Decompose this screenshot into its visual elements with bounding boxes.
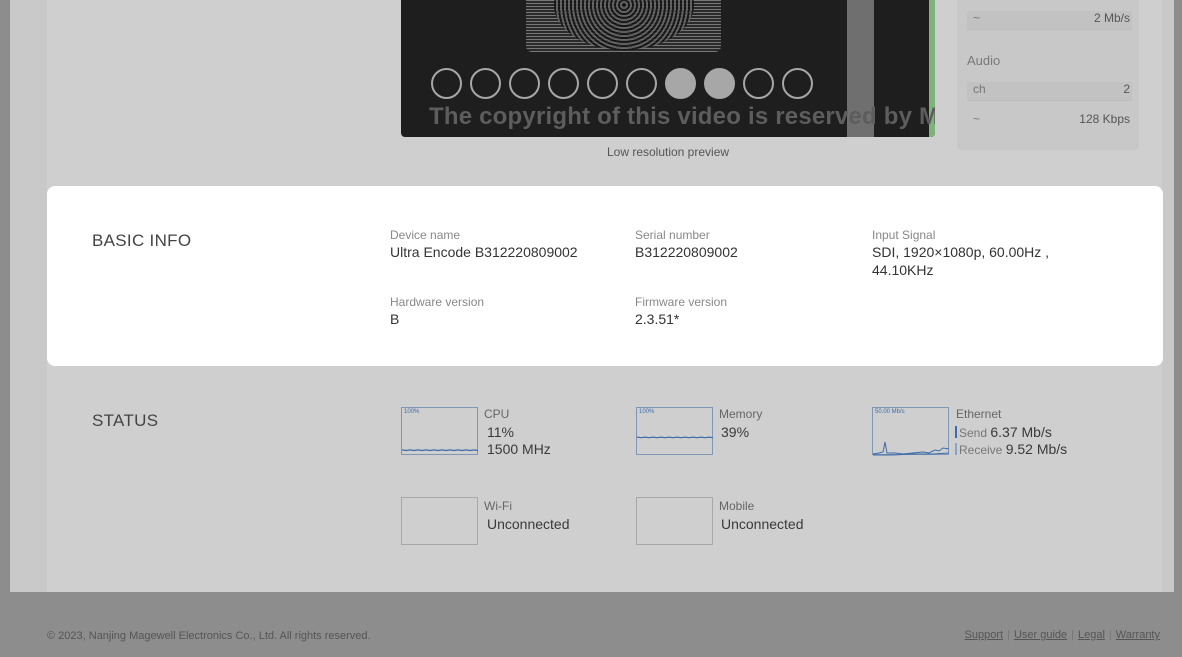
ethernet-receive: Receive 9.52 Mb/s [955, 441, 1067, 457]
ethernet-graph-plot [873, 441, 950, 456]
memory-label: Memory [719, 407, 763, 421]
audio-channels-label: ch [973, 82, 986, 96]
input-signal-field: Input Signal SDI, 1920×1080p, 60.00Hz , … [872, 227, 1049, 279]
bitrate-icon: ~ [973, 11, 981, 25]
input-signal-value-line1: SDI, 1920×1080p, 60.00Hz , [872, 244, 1050, 260]
input-signal-label: Input Signal [872, 228, 936, 242]
pattern-circle [470, 68, 501, 99]
status-title: STATUS [92, 411, 159, 430]
pattern-circle [704, 68, 735, 99]
panel-left-margin [10, 0, 47, 592]
footer-separator: | [1071, 629, 1074, 641]
test-pattern-circles [431, 68, 813, 99]
footer-separator: | [1108, 629, 1112, 641]
ethernet-send: Send 6.37 Mb/s [955, 424, 1052, 440]
firmware-version-value: 2.3.51* [635, 311, 680, 327]
pattern-circle [548, 68, 579, 99]
legal-link[interactable]: Legal [1078, 629, 1105, 641]
mobile-state: Unconnected [721, 516, 804, 532]
mobile-label: Mobile [719, 499, 755, 513]
hardware-version-value: B [390, 311, 400, 327]
basic-info-card: BASIC INFO Device name Ultra Encode B312… [47, 186, 1163, 366]
bitrate-icon: ~ [973, 112, 981, 126]
ethernet-send-label: Send [959, 426, 988, 440]
audio-channels-value: 2 [1123, 82, 1130, 96]
preview-caption: Low resolution preview [606, 145, 730, 159]
video-bitrate-value: 2 Mb/s [1093, 11, 1130, 25]
audio-channels-row: ch 2 [967, 82, 1132, 101]
pattern-circle [587, 68, 618, 99]
audio-bitrate-row: ~ 128 Kbps [967, 112, 1132, 130]
video-copyright-overlay: The copyright of this video is reserved … [429, 103, 935, 130]
audio-bitrate-value: 128 Kbps [1079, 112, 1130, 126]
ethernet-send-value: 6.37 Mb/s [990, 424, 1052, 440]
pattern-circle [626, 68, 657, 99]
pattern-circle [782, 68, 813, 99]
ethernet-receive-label: Receive [959, 443, 1003, 457]
footer-copyright: © 2023, Nanjing Magewell Electronics Co.… [47, 630, 371, 642]
cpu-usage-graph: 100% [401, 407, 479, 455]
pattern-circle [665, 68, 696, 99]
hardware-version-field: Hardware version B [390, 294, 484, 328]
wifi-label: Wi-Fi [484, 499, 512, 513]
footer-separator: | [1007, 629, 1010, 641]
ethernet-receive-value: 9.52 Mb/s [1005, 441, 1068, 457]
firmware-version-field: Firmware version 2.3.51* [635, 294, 727, 328]
basic-info-title: BASIC INFO [92, 231, 192, 250]
cpu-frequency-value: 1500 MHz [487, 441, 551, 457]
ethernet-traffic-graph: 50.00 Mb/s [872, 407, 950, 456]
stream-stats-panel: ~ 2 Mb/s Audio ch 2 ~ 128 Kbps [957, 0, 1139, 150]
video-preview: The copyright of this video is reserved … [401, 0, 935, 137]
audio-section-title: Audio [967, 53, 1001, 68]
footer-links: Support | User guide | Legal | Warranty [965, 629, 1160, 641]
cpu-usage-value: 11% [487, 424, 514, 440]
serial-number-label: Serial number [635, 228, 710, 242]
input-signal-value-line2: 44.10KHz [872, 262, 934, 278]
pattern-circle [431, 68, 462, 99]
memory-usage-graph: 100% [636, 407, 714, 455]
wifi-state: Unconnected [487, 516, 570, 532]
memory-graph-plot [637, 436, 714, 439]
user-guide-link[interactable]: User guide [1014, 629, 1067, 641]
serial-number-field: Serial number B312220809002 [635, 227, 738, 261]
device-name-label: Device name [390, 228, 461, 242]
firmware-version-label: Firmware version [635, 295, 728, 309]
device-name-field: Device name Ultra Encode B312220809002 [390, 227, 578, 261]
cpu-graph-plot [402, 449, 479, 452]
video-bitrate-row: ~ 2 Mb/s [967, 11, 1132, 30]
memory-usage-value: 39% [721, 424, 750, 440]
panel-right-margin [1162, 0, 1174, 592]
serial-number-value: B312220809002 [635, 244, 738, 260]
wifi-graph [401, 497, 478, 545]
warranty-link[interactable]: Warranty [1116, 629, 1160, 641]
hardware-version-label: Hardware version [390, 295, 485, 309]
cpu-label: CPU [484, 407, 510, 421]
test-pattern [526, 0, 721, 52]
pattern-circle [743, 68, 774, 99]
ethernet-label: Ethernet [956, 407, 1002, 421]
pattern-circle [509, 68, 540, 99]
support-link[interactable]: Support [965, 629, 1004, 641]
mobile-graph [636, 497, 713, 545]
device-name-value: Ultra Encode B312220809002 [390, 244, 578, 260]
